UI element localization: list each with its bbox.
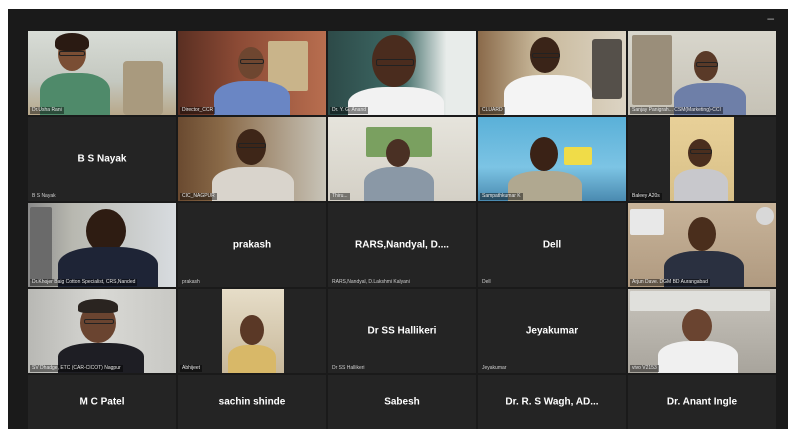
participant-tile-video[interactable]: Arjun Dave. DGM BD Aurangabad xyxy=(628,203,776,287)
participant-grid: Dr.Usha Rani Director_CCR Dr. Y. G. Anan… xyxy=(28,31,778,429)
participant-display-name: Dell xyxy=(542,239,562,251)
participant-tile-no-video[interactable]: prakash prakash xyxy=(178,203,326,287)
participant-tile-no-video[interactable]: Jeyakumar Jeyakumar xyxy=(478,289,626,373)
video-feed xyxy=(28,289,176,373)
participant-name-label: Thiru... xyxy=(330,193,350,200)
video-feed xyxy=(178,117,326,201)
participant-name-label: Abhijeet xyxy=(180,365,203,372)
participant-name-label: Dr. Y. G. Anand xyxy=(330,107,369,114)
participant-tile-no-video[interactable]: Dell Dell xyxy=(478,203,626,287)
meeting-window: – Dr.Usha Rani Director_CCR Dr. Y. G. An… xyxy=(8,9,788,429)
participant-display-name: Sabesh xyxy=(384,396,420,408)
participant-display-name: sachin shinde xyxy=(218,396,286,408)
participant-tile-no-video[interactable]: Dr. Anant Ingle xyxy=(628,375,776,429)
participant-name-label: Arjun Dave. DGM BD Aurangabad xyxy=(630,279,710,286)
participant-tile-video[interactable]: Abhijeet xyxy=(178,289,326,373)
video-feed xyxy=(628,117,776,201)
video-feed xyxy=(178,289,326,373)
video-feed xyxy=(178,31,326,115)
video-feed xyxy=(28,203,176,287)
participant-tile-video[interactable]: Dr.Usha Rani xyxy=(28,31,176,115)
video-feed xyxy=(628,203,776,287)
participant-tile-video[interactable]: Sampathkumar K xyxy=(478,117,626,201)
participant-name-label: Dr SS Hallikeri xyxy=(332,365,365,371)
participant-name-label: Jeyakumar xyxy=(482,365,507,371)
participant-tile-video[interactable]: vivo V2153 xyxy=(628,289,776,373)
participant-tile-video[interactable]: CIC_NAGPUR xyxy=(178,117,326,201)
participant-name-label: Director_CCR xyxy=(180,107,216,114)
video-feed xyxy=(328,117,476,201)
participant-name-label: Baleey A20s xyxy=(630,193,662,200)
participant-display-name: Dr. Anant Ingle xyxy=(666,396,738,408)
video-feed xyxy=(328,31,476,115)
participant-tile-video[interactable]: Baleey A20s xyxy=(628,117,776,201)
participant-name-label: SV Dhadge, ETC (CAR-CICOT) Nagpur xyxy=(30,365,123,372)
video-feed xyxy=(628,289,776,373)
participant-tile-video[interactable]: Dr.Khojer Baig Cotton Specialist, CRS,Na… xyxy=(28,203,176,287)
participant-tile-no-video[interactable]: sachin shinde xyxy=(178,375,326,429)
video-feed xyxy=(628,31,776,115)
participant-display-name: Dr SS Hallikeri xyxy=(367,325,437,337)
participant-display-name: Dr. R. S Wagh, AD... xyxy=(505,396,599,408)
participant-tile-video[interactable]: CLUARD xyxy=(478,31,626,115)
participant-tile-video[interactable]: Sanjay Panigrah... CSM(Marketing)-CCI xyxy=(628,31,776,115)
participant-name-label: Dell xyxy=(482,279,491,285)
participant-name-label: CIC_NAGPUR xyxy=(180,193,217,200)
participant-name-label: Sanjay Panigrah... CSM(Marketing)-CCI xyxy=(630,107,723,114)
participant-tile-video[interactable]: Thiru... xyxy=(328,117,476,201)
participant-tile-no-video[interactable]: Dr SS Hallikeri Dr SS Hallikeri xyxy=(328,289,476,373)
participant-tile-video[interactable]: SV Dhadge, ETC (CAR-CICOT) Nagpur xyxy=(28,289,176,373)
participant-display-name: Jeyakumar xyxy=(525,325,579,337)
video-feed xyxy=(28,31,176,115)
participant-display-name: prakash xyxy=(232,239,272,251)
participant-name-label: Dr.Usha Rani xyxy=(30,107,64,114)
participant-name-label: CLUARD xyxy=(480,107,505,114)
participant-display-name: RARS,Nandyal, D.... xyxy=(355,239,449,251)
participant-name-label: Sampathkumar K xyxy=(480,193,523,200)
participant-name-label: Dr.Khojer Baig Cotton Specialist, CRS,Na… xyxy=(30,279,138,286)
video-feed xyxy=(478,31,626,115)
participant-name-label: vivo V2153 xyxy=(630,365,659,372)
minimize-icon[interactable]: – xyxy=(767,11,774,25)
participant-name-label: RARS,Nandyal, D.Lakshmi Kalyani xyxy=(332,279,410,285)
video-feed xyxy=(478,117,626,201)
participant-tile-video[interactable]: Dr. Y. G. Anand xyxy=(328,31,476,115)
participant-tile-no-video[interactable]: Dr. R. S Wagh, AD... xyxy=(478,375,626,429)
participant-tile-no-video[interactable]: Sabesh xyxy=(328,375,476,429)
participant-tile-video[interactable]: Director_CCR xyxy=(178,31,326,115)
participant-display-name: B S Nayak xyxy=(77,153,127,165)
participant-name-label: B S Nayak xyxy=(32,193,56,199)
participant-name-label: prakash xyxy=(182,279,200,285)
participant-tile-no-video[interactable]: M C Patel xyxy=(28,375,176,429)
participant-tile-no-video[interactable]: B S Nayak B S Nayak xyxy=(28,117,176,201)
participant-tile-no-video[interactable]: RARS,Nandyal, D.... RARS,Nandyal, D.Laks… xyxy=(328,203,476,287)
participant-display-name: M C Patel xyxy=(79,396,125,408)
